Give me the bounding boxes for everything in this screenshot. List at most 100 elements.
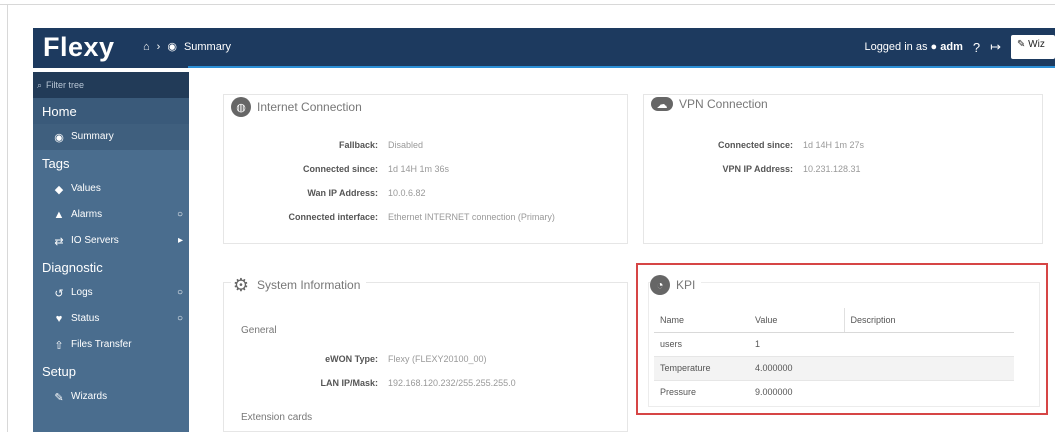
wizard-button[interactable]: ✎ Wiz — [1011, 35, 1055, 59]
sidebar-section-diagnostic[interactable]: Diagnostic — [33, 254, 189, 280]
sidebar-item-logs[interactable]: ↺ Logs ○ — [33, 280, 189, 306]
logged-in-text: Logged in as ● adm — [864, 41, 962, 53]
logout-icon[interactable]: ↦ — [990, 39, 1001, 55]
sidebar-section-home[interactable]: Home — [33, 98, 189, 124]
field-label: eWON Type: — [325, 354, 378, 364]
sidebar-item-alarms[interactable]: ▲ Alarms ○ — [33, 202, 189, 228]
table-row[interactable]: Temperature 4.000000 — [654, 355, 1014, 380]
main-content: ◍ Internet Connection Fallback: Disabled… — [203, 72, 1055, 432]
sidebar-item-label: Wizards — [71, 391, 108, 402]
field-label: LAN IP/Mask: — [320, 378, 378, 388]
dashboard-icon: ◔ — [650, 275, 670, 295]
field-value: 1d 14H 1m 27s — [803, 140, 865, 150]
exchange-icon: ⇄ — [54, 236, 64, 248]
kpi-table-header: Name Value Description — [654, 308, 1014, 333]
field-label: Connected since: — [717, 140, 793, 150]
vpn-row-ip: VPN IP Address: 10.231.128.31 — [663, 164, 861, 174]
column-header-name[interactable]: Name — [654, 308, 749, 333]
sidebar: ⌕ Filter tree Home ◉ Summary Tags ◆ Valu… — [33, 72, 189, 432]
heartbeat-icon: ♥ — [55, 313, 63, 325]
wand-icon: ✎ — [54, 392, 64, 404]
field-value: Ethernet INTERNET connection (Primary) — [388, 212, 555, 222]
field-label: Wan IP Address: — [307, 188, 378, 198]
logged-in-prefix: Logged in as — [864, 41, 928, 53]
sysinfo-row-lan-ip: LAN IP/Mask: 192.168.120.232/255.255.255… — [243, 378, 515, 388]
kpi-title: ◔ KPI — [650, 275, 702, 295]
summary-icon: ◉ — [54, 132, 64, 144]
table-row[interactable]: users 1 — [654, 331, 1014, 356]
bell-icon: ▲ — [53, 209, 65, 221]
sidebar-item-values[interactable]: ◆ Values — [33, 176, 189, 202]
panel-title: Internet Connection — [257, 100, 362, 114]
table-row[interactable]: Pressure 9.000000 — [654, 379, 1014, 404]
sidebar-item-summary[interactable]: ◉ Summary — [33, 124, 189, 150]
accent-line — [188, 66, 1055, 68]
system-extension-label: Extension cards — [241, 412, 313, 423]
breadcrumb-separator: › — [156, 40, 161, 53]
globe-icon: ◍ — [231, 97, 251, 117]
internet-row-fallback: Fallback: Disabled — [243, 140, 423, 150]
kpi-value-cell: 1 — [749, 331, 844, 356]
kpi-value-cell: 4.000000 — [749, 355, 844, 380]
sidebar-section-setup[interactable]: Setup — [33, 358, 189, 384]
sidebar-item-label: Logs — [71, 287, 93, 298]
system-information-title: ⚙ System Information — [231, 274, 367, 295]
sidebar-item-label: Alarms — [71, 209, 103, 220]
help-icon[interactable]: ? — [973, 40, 980, 55]
column-header-description[interactable]: Description — [843, 308, 1014, 333]
filter-tree-input[interactable]: ⌕ Filter tree — [33, 72, 189, 98]
app-logo[interactable]: Flexy — [43, 32, 115, 63]
kpi-name-cell: Temperature — [654, 355, 749, 380]
sidebar-section-tags[interactable]: Tags — [33, 150, 189, 176]
cloud-icon: ☁ — [651, 97, 673, 111]
internet-row-interface: Connected interface: Ethernet INTERNET c… — [243, 212, 555, 222]
sidebar-item-status[interactable]: ♥ Status ○ — [33, 306, 189, 332]
sidebar-item-io-servers[interactable]: ⇄ IO Servers ▸ — [33, 228, 189, 254]
internet-row-connected-since: Connected since: 1d 14H 1m 36s — [243, 164, 449, 174]
breadcrumb: ⌂ › ◉ Summary — [143, 40, 231, 54]
sidebar-item-label: IO Servers — [71, 235, 119, 246]
screenshot-frame: Flexy ⌂ › ◉ Summary Logged in as ● adm ?… — [0, 0, 1055, 432]
home-icon[interactable]: ⌂ — [143, 41, 150, 53]
panel-title: KPI — [676, 278, 696, 292]
field-value: Flexy (FLEXY20100_00) — [388, 354, 487, 364]
panel-title: System Information — [257, 278, 361, 292]
system-general-label: General — [241, 325, 277, 336]
sidebar-item-label: Files Transfer — [71, 339, 132, 350]
app-window: Flexy ⌂ › ◉ Summary Logged in as ● adm ?… — [33, 28, 1055, 432]
upload-icon: ⇧ — [54, 340, 64, 352]
breadcrumb-current: Summary — [183, 40, 231, 53]
sidebar-item-label: Summary — [71, 131, 114, 142]
top-bar: Flexy ⌂ › ◉ Summary Logged in as ● adm ?… — [33, 28, 1055, 68]
frame-border-left — [7, 4, 8, 432]
wizard-label: Wiz — [1028, 39, 1045, 50]
sidebar-item-wizards[interactable]: ✎ Wizards — [33, 384, 189, 410]
kpi-description-cell — [844, 355, 1014, 380]
status-dot-icon: ○ — [176, 313, 183, 324]
username: adm — [940, 41, 963, 53]
cogs-icon: ⚙ — [232, 274, 250, 295]
frame-border-top — [0, 4, 1055, 5]
field-value: Disabled — [388, 140, 424, 150]
field-value: 10.231.128.31 — [803, 164, 861, 174]
kpi-description-cell — [844, 331, 1014, 356]
sidebar-item-files-transfer[interactable]: ⇧ Files Transfer — [33, 332, 189, 358]
tag-icon: ◆ — [54, 184, 64, 196]
kpi-description-cell — [844, 379, 1014, 404]
kpi-value-cell: 9.000000 — [749, 379, 844, 404]
field-label: Fallback: — [338, 140, 378, 150]
summary-icon: ◉ — [167, 41, 177, 53]
kpi-name-cell: Pressure — [654, 379, 749, 404]
search-icon: ⌕ — [37, 80, 43, 90]
field-value: 10.0.6.82 — [388, 188, 426, 198]
sidebar-item-label: Status — [71, 313, 100, 324]
panel-title: VPN Connection — [679, 97, 768, 111]
status-dot-icon: ○ — [176, 209, 183, 220]
sysinfo-row-ewon-type: eWON Type: Flexy (FLEXY20100_00) — [243, 354, 487, 364]
vpn-row-connected-since: Connected since: 1d 14H 1m 27s — [663, 140, 864, 150]
status-dot-icon: ○ — [176, 287, 183, 298]
sidebar-item-label: Values — [71, 183, 101, 194]
vpn-connection-title: ☁ VPN Connection — [651, 97, 774, 111]
field-label: Connected since: — [302, 164, 378, 174]
column-header-value[interactable]: Value — [749, 308, 844, 333]
